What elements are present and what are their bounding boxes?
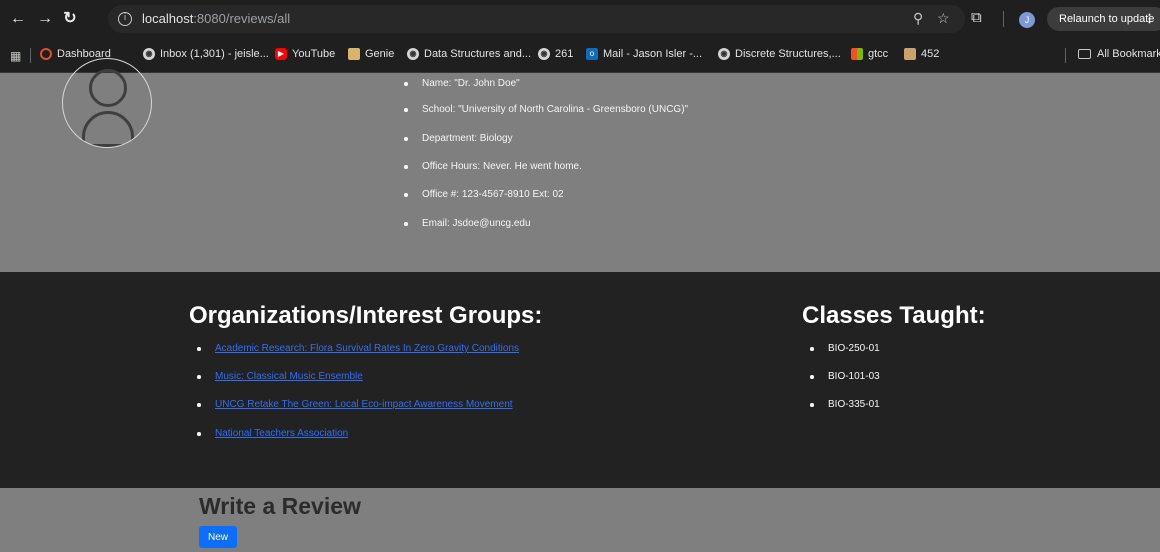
- toolbar-divider: [1003, 11, 1004, 27]
- profile-section: Name: "Dr. John Doe" School: "University…: [0, 58, 1160, 272]
- professor-email: Email: Jsdoe@uncg.edu: [404, 218, 531, 229]
- globe-icon: ◉: [538, 48, 550, 60]
- outlook-icon: o: [586, 48, 598, 60]
- org-link-music[interactable]: Music: Classical Music Ensemble: [197, 371, 363, 382]
- org-link-retake-the-green[interactable]: UNCG Retake The Green: Local Eco-impact …: [197, 399, 513, 410]
- professor-school: School: "University of North Carolina - …: [403, 104, 689, 115]
- bookmark-data-structures[interactable]: ◉ Data Structures and...: [407, 48, 531, 60]
- classes-title: Classes Taught:: [802, 302, 986, 329]
- zoom-icon[interactable]: ⚲: [913, 10, 923, 27]
- bookmarks-divider: [1065, 48, 1066, 63]
- person-icon: [89, 69, 127, 107]
- reload-icon[interactable]: ↻: [60, 9, 80, 29]
- bookmark-genie[interactable]: Genie: [348, 48, 394, 60]
- bookmarks-bar: ▦ Dashboard ◉ Inbox (1,301) - jeisle... ▶…: [0, 38, 1160, 73]
- apps-grid-icon[interactable]: ▦: [10, 49, 21, 63]
- bookmark-inbox[interactable]: ◉ Inbox (1,301) - jeisle...: [143, 48, 269, 60]
- bookmark-gtcc[interactable]: gtcc: [851, 48, 888, 60]
- folder-icon: [1078, 49, 1091, 59]
- bookmarks-divider: [30, 48, 31, 63]
- site-info-icon[interactable]: i: [118, 12, 132, 26]
- dashboard-icon: [40, 48, 52, 60]
- bookmark-mail[interactable]: o Mail - Jason Isler -...: [586, 48, 702, 60]
- professor-office-hours: Office Hours: Never. He went home.: [404, 161, 582, 172]
- class-item: BIO-250-01: [810, 343, 880, 354]
- bookmark-discrete-structures[interactable]: ◉ Discrete Structures,...: [718, 48, 841, 60]
- professor-department: Department: Biology: [404, 133, 513, 144]
- class-item: BIO-101-03: [810, 371, 880, 382]
- professor-office-number: Office #: 123-4567-8910 Ext: 02: [404, 189, 564, 200]
- forward-arrow-icon[interactable]: →: [35, 9, 55, 29]
- relaunch-button[interactable]: Relaunch to update ⋮: [1047, 7, 1160, 31]
- record-icon: [904, 48, 916, 60]
- browser-toolbar: ← → ↻ i localhost:8080/reviews/all ⚲ ☆ ⧉…: [0, 0, 1160, 38]
- bookmark-youtube[interactable]: ▶ YouTube: [275, 48, 335, 60]
- address-bar[interactable]: i localhost:8080/reviews/all ⚲ ☆: [108, 5, 965, 33]
- back-arrow-icon[interactable]: ←: [8, 9, 28, 29]
- org-link-academic-research[interactable]: Academic Research: Flora Survival Rates …: [196, 343, 519, 354]
- globe-icon: ◉: [718, 48, 730, 60]
- genie-icon: [348, 48, 360, 60]
- menu-dots-icon: ⋮: [1144, 13, 1155, 25]
- details-section: Organizations/Interest Groups: Academic …: [0, 272, 1160, 488]
- profile-avatar[interactable]: J: [1019, 12, 1035, 28]
- extensions-icon[interactable]: ⧉: [971, 9, 982, 26]
- globe-icon: ◉: [143, 48, 155, 60]
- microsoft-icon: [851, 48, 863, 60]
- professor-name: Name: "Dr. John Doe": [404, 78, 520, 89]
- review-title: Write a Review: [199, 493, 361, 519]
- bookmark-star-icon[interactable]: ☆: [937, 10, 950, 27]
- class-item: BIO-335-01: [810, 399, 880, 410]
- org-link-teachers-association[interactable]: National Teachers Association: [196, 428, 348, 439]
- review-section: Write a Review New: [0, 488, 1160, 552]
- youtube-icon: ▶: [275, 48, 287, 60]
- bookmark-261[interactable]: ◉ 261: [538, 48, 573, 60]
- globe-icon: ◉: [407, 48, 419, 60]
- organizations-title: Organizations/Interest Groups:: [189, 302, 543, 329]
- address-url[interactable]: localhost:8080/reviews/all: [142, 11, 290, 26]
- bookmark-452[interactable]: 452: [904, 48, 939, 60]
- all-bookmarks[interactable]: All Bookmarks: [1078, 48, 1160, 60]
- professor-avatar: [62, 58, 152, 148]
- new-review-button[interactable]: New: [199, 526, 237, 548]
